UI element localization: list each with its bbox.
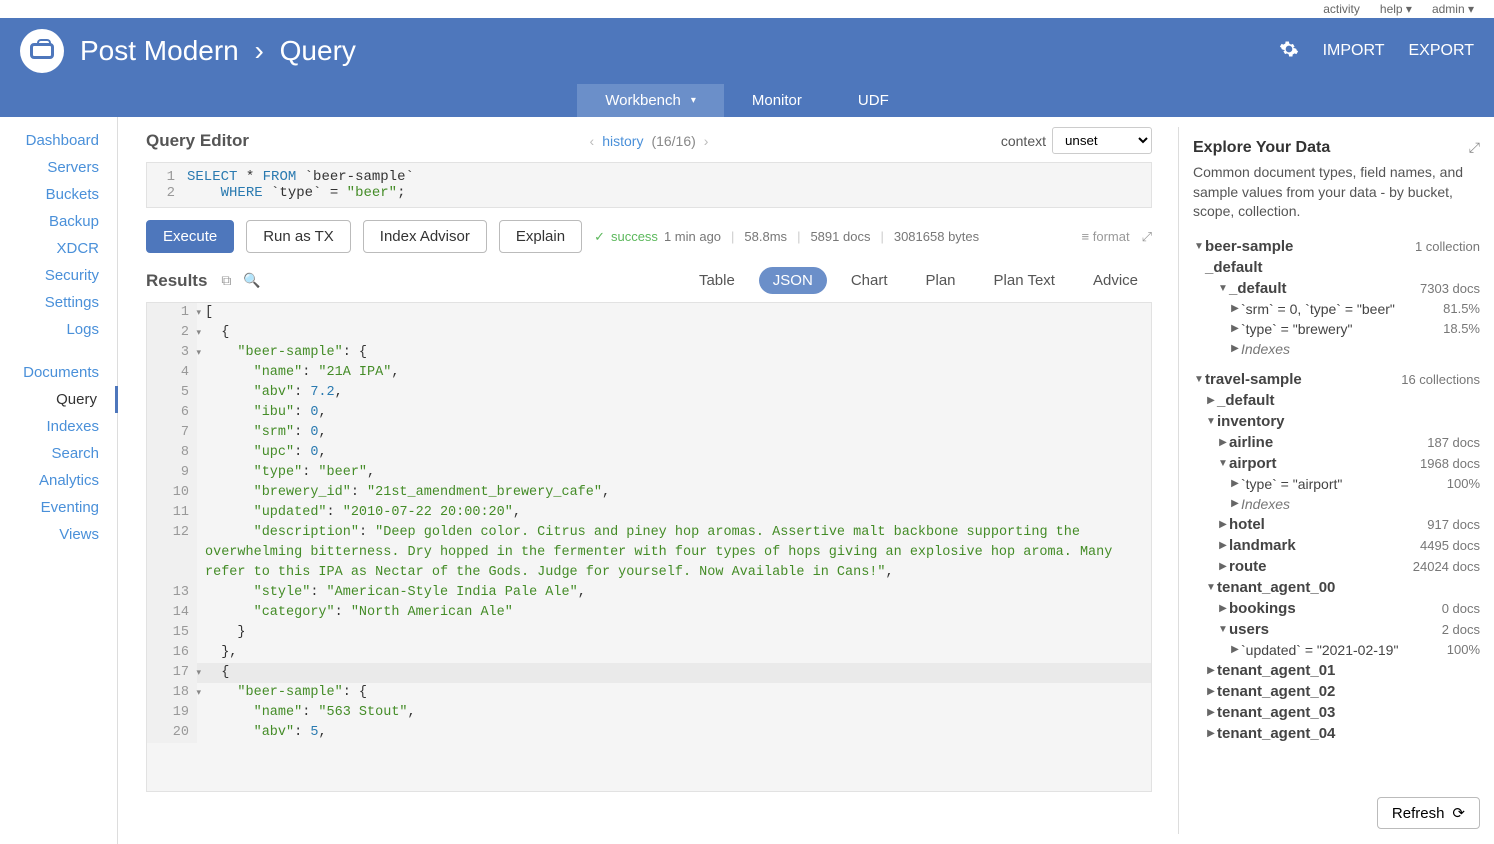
collection-hotel[interactable]: ▶hotel917 docs [1193,514,1480,535]
nav-sidebar: Dashboard Servers Buckets Backup XDCR Se… [0,117,118,844]
scope-tenant2[interactable]: ▶tenant_agent_02 [1193,681,1480,702]
flavor-beer[interactable]: ▶`srm` = 0, `type` = "beer"81.5% [1193,299,1480,319]
history-count: (16/16) [651,133,695,149]
results-title: Results [146,271,207,291]
sidebar-item-indexes[interactable]: Indexes [0,413,117,440]
admin-dropdown[interactable]: admin ▾ [1432,2,1474,16]
sidebar-item-analytics[interactable]: Analytics [0,467,117,494]
import-link[interactable]: IMPORT [1323,42,1385,60]
status-time-ago: 1 min ago [664,229,721,244]
refresh-button[interactable]: Refresh ⟳ [1377,797,1480,829]
check-icon: ✓ [594,229,605,245]
sidebar-item-views[interactable]: Views [0,521,117,548]
chevron-down-icon: ▾ [691,95,696,106]
breadcrumb-section: Query [280,35,356,66]
status-success: success [611,229,658,244]
explore-data-panel: Explore Your Data ⤢ Common document type… [1178,127,1494,834]
history-pager: ‹ history (16/16) › [590,133,709,149]
sidebar-item-search[interactable]: Search [0,440,117,467]
collection-airline[interactable]: ▶airline187 docs [1193,432,1480,453]
scope-tenant4[interactable]: ▶tenant_agent_04 [1193,723,1480,744]
section-tabs: Workbench▾ Monitor UDF [0,84,1494,117]
collection-users[interactable]: ▼users2 docs [1193,619,1480,640]
sidebar-item-backup[interactable]: Backup [0,208,117,235]
expand-icon[interactable]: ⤢ [1142,229,1152,245]
help-dropdown[interactable]: help ▾ [1380,2,1412,16]
breadcrumb: Post Modern › Query [80,35,356,67]
collection-airport[interactable]: ▼airport1968 docs [1193,453,1480,474]
context-select[interactable]: unset [1052,127,1152,154]
index-advisor-button[interactable]: Index Advisor [363,220,487,253]
flavor-users[interactable]: ▶`updated` = "2021-02-19"100% [1193,640,1480,660]
view-tab-table[interactable]: Table [685,267,749,294]
explore-description: Common document types, field names, and … [1193,163,1480,222]
gear-icon[interactable] [1279,39,1299,64]
explore-title: Explore Your Data [1193,139,1330,157]
page-header: Post Modern › Query IMPORT EXPORT [0,18,1494,84]
breadcrumb-brand[interactable]: Post Modern [80,35,239,66]
tab-udf[interactable]: UDF [830,84,917,117]
scope-tenant1[interactable]: ▶tenant_agent_01 [1193,660,1480,681]
indexes-link[interactable]: ▶Indexes [1193,339,1480,359]
sidebar-item-servers[interactable]: Servers [0,154,117,181]
collection-landmark[interactable]: ▶landmark4495 docs [1193,535,1480,556]
status-elapsed: 58.8ms [744,229,787,244]
tab-monitor[interactable]: Monitor [724,84,830,117]
status-docs: 5891 docs [810,229,870,244]
logo-icon [20,29,64,73]
sidebar-item-documents[interactable]: Documents [0,359,117,386]
flavor-brewery[interactable]: ▶`type` = "brewery"18.5% [1193,319,1480,339]
search-icon[interactable]: 🔍 [243,272,260,289]
collection-route[interactable]: ▶route24024 docs [1193,556,1480,577]
editor-title: Query Editor [146,131,249,151]
top-utility-bar: activity help ▾ admin ▾ [0,0,1494,18]
status-bytes: 3081658 bytes [894,229,979,244]
scope-tenant0[interactable]: ▼tenant_agent_00 [1193,577,1480,598]
activity-link[interactable]: activity [1323,2,1360,16]
indexes-airport[interactable]: ▶Indexes [1193,494,1480,514]
view-tab-json[interactable]: JSON [759,267,827,294]
explain-button[interactable]: Explain [499,220,582,253]
collection-default[interactable]: ▼_default7303 docs [1193,278,1480,299]
sidebar-item-settings[interactable]: Settings [0,289,117,316]
sidebar-item-dashboard[interactable]: Dashboard [0,127,117,154]
query-status: ✓ success 1 min ago | 58.8ms | 5891 docs… [594,229,979,245]
scope-default[interactable]: _default [1193,257,1480,278]
sidebar-item-buckets[interactable]: Buckets [0,181,117,208]
context-label: context [1001,133,1046,149]
query-editor[interactable]: 1SELECT * FROM `beer-sample` 2 WHERE `ty… [146,162,1152,208]
copy-icon[interactable]: ⧉ [221,272,231,289]
sidebar-item-security[interactable]: Security [0,262,117,289]
view-tab-chart[interactable]: Chart [837,267,902,294]
expand-panel-icon[interactable]: ⤢ [1469,139,1480,156]
scope-inventory[interactable]: ▼inventory [1193,411,1480,432]
collection-bookings[interactable]: ▶bookings0 docs [1193,598,1480,619]
scope-tenant3[interactable]: ▶tenant_agent_03 [1193,702,1480,723]
refresh-icon: ⟳ [1452,804,1465,822]
flavor-airport[interactable]: ▶`type` = "airport"100% [1193,474,1480,494]
execute-button[interactable]: Execute [146,220,234,253]
history-link[interactable]: history [602,133,643,149]
view-tab-advice[interactable]: Advice [1079,267,1152,294]
run-as-tx-button[interactable]: Run as TX [246,220,351,253]
sidebar-item-query[interactable]: Query [0,386,118,413]
bucket-beer-sample[interactable]: ▼beer-sample1 collection [1193,236,1480,257]
view-tab-plan-text[interactable]: Plan Text [980,267,1069,294]
history-prev-icon[interactable]: ‹ [590,133,595,149]
results-json-viewer[interactable]: 1▾[ 2▾ { 3▾ "beer-sample": { 4 "name": "… [146,302,1152,792]
view-tab-plan[interactable]: Plan [912,267,970,294]
format-link[interactable]: ≡ format [1082,229,1130,244]
chevron-right-icon: › [255,35,264,66]
export-link[interactable]: EXPORT [1409,42,1475,60]
tab-workbench[interactable]: Workbench▾ [577,84,724,117]
history-next-icon[interactable]: › [704,133,709,149]
sidebar-item-xdcr[interactable]: XDCR [0,235,117,262]
sidebar-item-eventing[interactable]: Eventing [0,494,117,521]
bucket-travel-sample[interactable]: ▼travel-sample16 collections [1193,369,1480,390]
sidebar-item-logs[interactable]: Logs [0,316,117,343]
scope-ts-default[interactable]: ▶_default [1193,390,1480,411]
